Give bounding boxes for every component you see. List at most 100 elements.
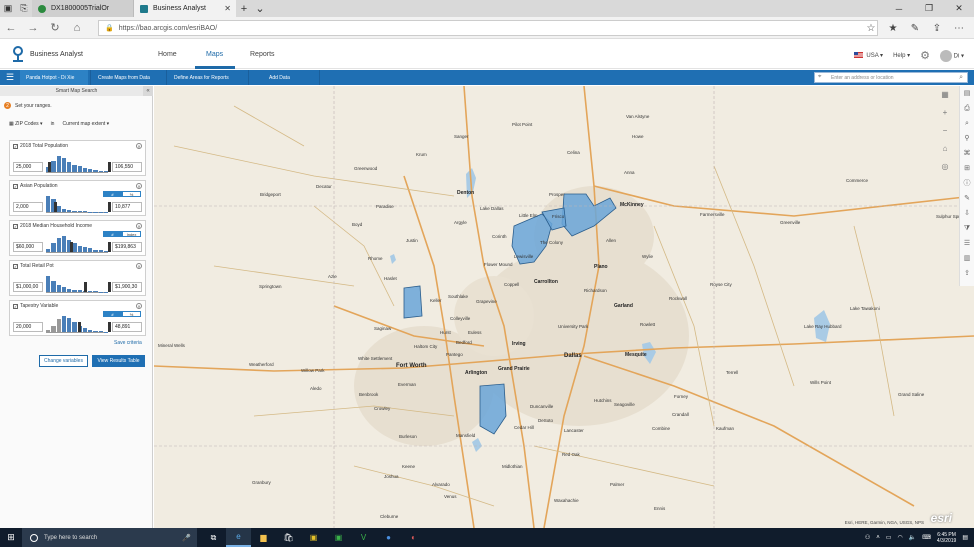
app-icon-blue[interactable]: ●	[376, 528, 401, 547]
define-areas-button[interactable]: Define Areas for Reports	[166, 70, 246, 85]
locate-icon[interactable]: ◎	[940, 162, 950, 172]
keyboard-icon[interactable]: ⌨	[922, 534, 931, 541]
create-maps-button[interactable]: Create Maps from Data	[90, 70, 164, 85]
back-icon[interactable]: ←	[0, 17, 22, 39]
minimize-icon[interactable]: ─	[884, 0, 914, 17]
nav-maps[interactable]: Maps	[206, 51, 223, 58]
max-slider-handle[interactable]	[108, 322, 111, 332]
collapse-panel-icon[interactable]: «	[143, 86, 153, 96]
remove-variable-icon[interactable]: ✕	[136, 143, 142, 149]
person-icon[interactable]: ⚇	[865, 534, 870, 541]
volume-icon[interactable]: 🔈	[909, 534, 916, 541]
tab-list-chevron-icon[interactable]: ⌄	[252, 2, 268, 15]
extent-dropdown[interactable]: Current map extent ▾	[62, 121, 109, 127]
legend-icon[interactable]: ▥	[960, 251, 974, 266]
remove-variable-icon[interactable]: ✕	[136, 223, 142, 229]
browser-tab-business-analyst[interactable]: Business Analyst ✕	[134, 0, 236, 17]
hamburger-menu-icon[interactable]: ☰	[0, 70, 20, 85]
more-icon[interactable]: ⋯	[948, 17, 970, 39]
edge-icon[interactable]: e	[226, 528, 251, 547]
print-icon[interactable]: ⎙	[960, 101, 974, 116]
variable-checkbox[interactable]: ✓	[13, 144, 18, 149]
notification-icon[interactable]: ▤	[962, 534, 968, 541]
close-window-icon[interactable]: ✕	[944, 0, 974, 17]
info-icon[interactable]: ⓘ	[960, 176, 974, 191]
region-selector[interactable]: USA ▾	[854, 52, 883, 59]
microphone-icon[interactable]: 🎤	[182, 534, 191, 542]
wifi-icon[interactable]: ◠	[897, 534, 902, 541]
max-value-input[interactable]: 106,550	[112, 162, 142, 172]
chevron-up-icon[interactable]: ˄	[876, 535, 880, 541]
project-selector[interactable]: Panda Hotpot - Di Xie	[20, 70, 88, 85]
share-icon[interactable]: ⇪	[926, 17, 948, 39]
find-icon[interactable]: ⚲	[960, 131, 974, 146]
pen-icon[interactable]: ✎	[904, 17, 926, 39]
min-value-input[interactable]: $60,000	[13, 242, 43, 252]
list-icon[interactable]: ☰	[960, 236, 974, 251]
share-map-icon[interactable]: ⇪	[960, 266, 974, 281]
battery-icon[interactable]: ▭	[886, 534, 892, 541]
help-menu[interactable]: Help ▾	[893, 52, 910, 59]
layers-icon[interactable]: ▤	[960, 86, 974, 101]
change-variables-button[interactable]: Change variables	[39, 355, 88, 367]
variable-checkbox[interactable]: ✓	[13, 184, 18, 189]
edit-icon[interactable]: ✎	[960, 191, 974, 206]
home-icon[interactable]: ⌂	[66, 17, 88, 39]
forward-icon[interactable]: →	[22, 17, 44, 39]
map-view[interactable]: Denton McKinney Frisco Plano Carrollton …	[154, 86, 974, 528]
min-slider-handle[interactable]	[84, 282, 87, 292]
browser-tab-trial[interactable]: DX1800005TrialOr	[32, 0, 134, 17]
save-criteria-link[interactable]: Save criteria	[114, 340, 142, 346]
percent-toggle[interactable]: %	[122, 311, 141, 317]
task-view-icon[interactable]: ⧉	[201, 528, 226, 547]
user-menu[interactable]: Di ▾	[939, 49, 964, 62]
max-value-input[interactable]: 10,877	[112, 202, 142, 212]
min-value-input[interactable]: $1,000,00	[13, 282, 43, 292]
measure-icon[interactable]: ⌕	[960, 116, 974, 131]
favorite-star-icon[interactable]: ☆	[860, 17, 882, 39]
filter-icon[interactable]: ⧩	[960, 221, 974, 236]
refresh-icon[interactable]: ↻	[44, 17, 66, 39]
basemap-icon[interactable]: ▦	[940, 90, 950, 100]
clock[interactable]: 6:45 PM 4/3/2019	[937, 532, 956, 544]
nav-reports[interactable]: Reports	[250, 51, 275, 58]
min-value-input[interactable]: 25,000	[13, 162, 43, 172]
file-explorer-icon[interactable]: ▆	[251, 528, 276, 547]
bookmark-icon[interactable]: ⌘	[960, 146, 974, 161]
percent-toggle[interactable]: %	[122, 191, 141, 197]
min-slider-handle[interactable]	[48, 162, 51, 172]
min-slider-handle[interactable]	[78, 322, 81, 332]
home-extent-icon[interactable]: ⌂	[940, 144, 950, 154]
app-icon-yellow[interactable]: ▣	[301, 528, 326, 547]
zoom-out-icon[interactable]: −	[940, 126, 950, 136]
tab-actions-icon[interactable]: ▣	[0, 0, 16, 17]
max-slider-handle[interactable]	[108, 202, 111, 212]
new-tab-icon[interactable]: +	[236, 3, 252, 15]
max-value-input[interactable]: $1,900,30	[112, 282, 142, 292]
store-icon[interactable]: 🛍	[276, 528, 301, 547]
close-tab-icon[interactable]: ✕	[224, 4, 231, 13]
app-icon-red[interactable]: ◐	[401, 528, 426, 547]
max-slider-handle[interactable]	[108, 162, 111, 172]
app-icon-v[interactable]: V	[351, 528, 376, 547]
favorites-icon[interactable]: ★	[882, 17, 904, 39]
export-icon[interactable]: ⇩	[960, 206, 974, 221]
min-slider-handle[interactable]	[54, 202, 57, 212]
nav-home[interactable]: Home	[158, 51, 177, 58]
zoom-in-icon[interactable]: +	[940, 108, 950, 118]
max-slider-handle[interactable]	[108, 242, 111, 252]
max-value-input[interactable]: 48,891	[112, 322, 142, 332]
location-search-input[interactable]: ⌖ Enter an address or location ⌕	[814, 72, 968, 83]
variable-checkbox[interactable]: ✓	[13, 264, 18, 269]
min-value-input[interactable]: 2,000	[13, 202, 43, 212]
remove-variable-icon[interactable]: ✕	[136, 183, 142, 189]
variable-checkbox[interactable]: ✓	[13, 304, 18, 309]
set-aside-tabs-icon[interactable]: ⎘	[16, 0, 32, 17]
index-toggle[interactable]: Index	[122, 231, 141, 237]
geo-level-dropdown[interactable]: ▦ ZIP Codes ▾	[9, 121, 43, 127]
min-slider-handle[interactable]	[70, 242, 73, 252]
add-data-button[interactable]: Add Data	[248, 70, 320, 85]
remove-variable-icon[interactable]: ✕	[136, 263, 142, 269]
app-icon-green[interactable]: ▣	[326, 528, 351, 547]
view-results-table-button[interactable]: View Results Table	[92, 355, 145, 367]
